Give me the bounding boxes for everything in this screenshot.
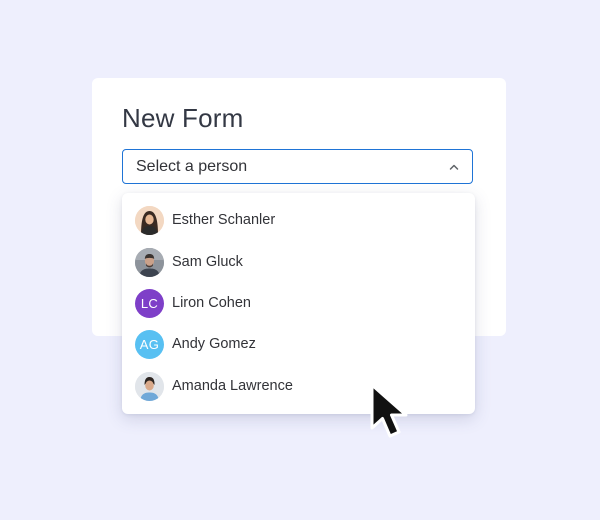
avatar-initials: AG bbox=[135, 330, 164, 359]
person-photo-icon bbox=[135, 248, 164, 277]
option-label: Liron Cohen bbox=[172, 295, 251, 311]
option-andy-gomez[interactable]: AG Andy Gomez bbox=[122, 324, 475, 365]
option-label: Sam Gluck bbox=[172, 254, 243, 270]
option-sam-gluck[interactable]: Sam Gluck bbox=[122, 242, 475, 283]
person-select[interactable]: Select a person bbox=[122, 149, 473, 184]
chevron-up-icon bbox=[449, 164, 459, 170]
person-photo-icon bbox=[135, 206, 164, 235]
avatar bbox=[135, 206, 164, 235]
option-label: Esther Schanler bbox=[172, 212, 276, 228]
option-label: Andy Gomez bbox=[172, 336, 256, 352]
avatar-initials-text: LC bbox=[140, 296, 159, 311]
mouse-pointer-icon bbox=[370, 383, 408, 438]
option-liron-cohen[interactable]: LC Liron Cohen bbox=[122, 283, 475, 324]
option-esther-schanler[interactable]: Esther Schanler bbox=[122, 200, 475, 241]
select-placeholder: Select a person bbox=[136, 158, 248, 175]
person-dropdown-menu: Esther Schanler Sam Gluck LC Liron Cohen… bbox=[122, 193, 475, 414]
option-amanda-lawrence[interactable]: Amanda Lawrence bbox=[122, 366, 475, 407]
option-label: Amanda Lawrence bbox=[172, 378, 293, 394]
person-photo-icon bbox=[135, 372, 164, 401]
form-title: New Form bbox=[122, 103, 244, 133]
avatar-initials-text: AG bbox=[139, 337, 160, 352]
avatar bbox=[135, 372, 164, 401]
avatar-initials: LC bbox=[135, 289, 164, 318]
avatar bbox=[135, 248, 164, 277]
